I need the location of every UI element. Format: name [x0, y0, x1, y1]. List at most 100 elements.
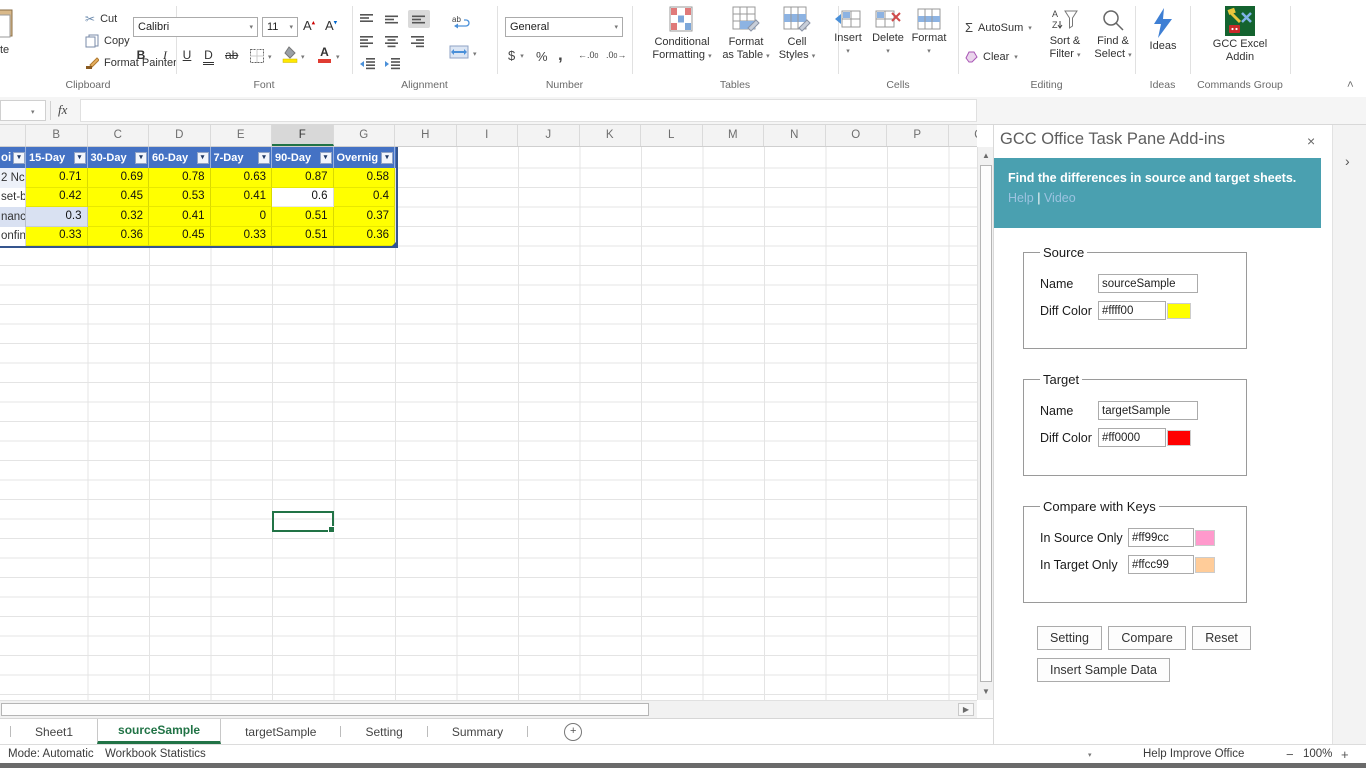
font-size-combo[interactable]: 11 ▾ [262, 17, 298, 37]
formula-input[interactable] [80, 99, 977, 122]
source-diff-color-input[interactable] [1098, 301, 1166, 320]
align-middle-button[interactable] [385, 13, 400, 31]
column-header-C[interactable]: C [88, 125, 149, 146]
find-select-button[interactable]: Find & Select ▾ [1090, 8, 1136, 62]
cell[interactable]: 0.33 [26, 226, 88, 246]
target-diff-color-input[interactable] [1098, 428, 1166, 447]
italic-button[interactable]: I [157, 48, 173, 63]
cell[interactable]: 0.42 [26, 187, 88, 207]
workbook-statistics-status[interactable]: Workbook Statistics [105, 748, 206, 760]
column-header-E[interactable]: E [211, 125, 272, 146]
copy-button[interactable]: Copy [85, 34, 130, 48]
delete-cells-button[interactable]: Delete ▾ [869, 8, 907, 58]
chevron-down-icon[interactable]: ▾ [301, 53, 305, 61]
fx-button[interactable]: fx [58, 102, 67, 118]
grow-font-button[interactable]: A▴ [303, 18, 315, 33]
cell-styles-button[interactable]: Cell Styles ▾ [772, 6, 822, 63]
align-top-button[interactable] [360, 13, 375, 31]
table-header-60day[interactable]: 60-Day ▾ [149, 147, 211, 168]
cell[interactable]: 0.71 [26, 168, 88, 188]
comma-style-button[interactable]: , [558, 45, 563, 65]
filter-dropdown-icon[interactable]: ▾ [135, 151, 147, 164]
row-label-partial[interactable]: nanci [0, 207, 26, 227]
collapse-ribbon-icon[interactable]: > [1345, 81, 1357, 87]
borders-button[interactable] [250, 49, 264, 68]
chevron-down-icon[interactable]: ▾ [473, 50, 477, 58]
cell[interactable]: 0.69 [87, 168, 149, 188]
zoom-in-icon[interactable]: + [1341, 747, 1349, 762]
target-name-input[interactable] [1098, 401, 1198, 420]
tab-summary[interactable]: Summary [428, 719, 527, 744]
column-header-F-selected[interactable]: F [272, 125, 334, 146]
percent-style-button[interactable]: % [536, 49, 548, 64]
decrease-indent-button[interactable] [360, 57, 376, 75]
column-header-D[interactable]: D [149, 125, 211, 146]
scroll-down-icon[interactable]: ▼ [978, 687, 994, 696]
bold-button[interactable]: B [133, 48, 149, 62]
double-underline-button[interactable]: D [203, 48, 214, 65]
cell[interactable]: 0.87 [272, 168, 334, 188]
column-header-L[interactable]: L [641, 125, 703, 146]
underline-button[interactable]: U [179, 48, 195, 62]
cell[interactable]: 0.58 [333, 168, 395, 188]
column-header-O[interactable]: O [826, 125, 887, 146]
chevron-down-icon[interactable]: ▾ [1088, 751, 1092, 759]
tab-sheet1[interactable]: Sheet1 [11, 719, 97, 744]
source-name-input[interactable] [1098, 274, 1198, 293]
new-sheet-icon[interactable]: + [564, 722, 583, 741]
clear-button[interactable]: Clear ▾ [965, 51, 1018, 63]
autosum-button[interactable]: Σ AutoSum ▾ [965, 20, 1032, 35]
in-target-only-swatch[interactable] [1195, 556, 1215, 573]
number-format-combo[interactable]: General ▾ [505, 17, 623, 37]
selected-cell[interactable] [272, 511, 335, 533]
align-left-button[interactable] [360, 35, 375, 53]
cell[interactable]: 0.4 [333, 187, 395, 207]
filter-dropdown-icon[interactable]: ▾ [258, 151, 270, 164]
filter-dropdown-icon[interactable]: ▾ [13, 151, 25, 164]
column-header-A-partial[interactable] [0, 125, 26, 146]
calc-mode-status[interactable]: Mode: Automatic [8, 748, 94, 760]
table-header-15day[interactable]: 15-Day ▾ [26, 147, 88, 168]
name-box[interactable]: ▾ [0, 100, 46, 121]
column-header-B[interactable]: B [26, 125, 88, 146]
align-bottom-button[interactable] [408, 10, 430, 28]
cell[interactable]: 0.51 [272, 207, 334, 227]
filter-dropdown-icon[interactable]: ▾ [319, 151, 332, 164]
paste-button-partial[interactable]: te [0, 8, 26, 74]
in-target-only-input[interactable] [1128, 555, 1194, 574]
decrease-decimal-button[interactable]: .00→ [606, 50, 626, 60]
table-header-30day[interactable]: 30-Day ▾ [88, 147, 149, 168]
fill-handle[interactable] [328, 526, 335, 533]
align-center-button[interactable] [385, 35, 400, 53]
fill-color-button[interactable] [282, 46, 298, 68]
ideas-button[interactable]: Ideas [1140, 8, 1186, 53]
strikethrough-button[interactable]: ab [225, 48, 238, 62]
compare-button[interactable]: Compare [1108, 626, 1186, 650]
chevron-down-icon[interactable]: ▾ [336, 53, 340, 61]
conditional-formatting-button[interactable]: Conditional Formatting ▾ [644, 6, 720, 63]
help-link[interactable]: Help [1008, 191, 1034, 205]
align-right-button[interactable] [411, 35, 426, 53]
table-resize-handle[interactable] [391, 242, 396, 247]
cell[interactable]: 0.37 [333, 207, 395, 227]
filter-dropdown-icon[interactable]: ▾ [73, 151, 86, 164]
format-as-table-button[interactable]: Format as Table ▾ [718, 6, 774, 63]
cell[interactable]: 0.41 [149, 207, 211, 227]
column-header-J[interactable]: J [518, 125, 580, 146]
row-label-partial[interactable]: onfin [0, 226, 26, 246]
row-label-partial[interactable]: set-b [0, 187, 26, 207]
vertical-scrollbar-thumb[interactable] [980, 165, 992, 682]
scroll-right-icon[interactable]: ▶ [958, 703, 974, 716]
column-header-H[interactable]: H [395, 125, 457, 146]
in-source-only-swatch[interactable] [1195, 529, 1215, 546]
insert-cells-button[interactable]: Insert ▾ [830, 8, 866, 58]
column-header-P[interactable]: P [887, 125, 949, 146]
accounting-format-button[interactable]: $ ▾ [508, 48, 524, 63]
font-name-combo[interactable]: Calibri ▾ [133, 17, 258, 37]
cut-button[interactable]: ✂ Cut [85, 12, 117, 26]
horizontal-scrollbar-thumb[interactable] [1, 703, 649, 716]
source-diff-color-swatch[interactable] [1167, 302, 1191, 319]
filter-dropdown-icon[interactable]: ▾ [196, 151, 209, 164]
merge-center-button[interactable] [449, 45, 469, 64]
shrink-font-button[interactable]: A▾ [325, 18, 337, 33]
